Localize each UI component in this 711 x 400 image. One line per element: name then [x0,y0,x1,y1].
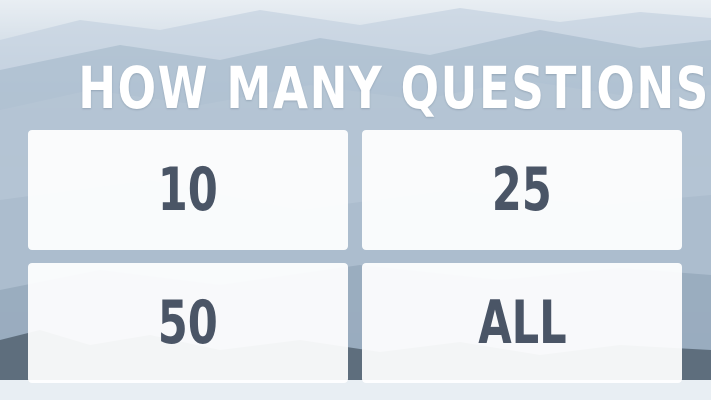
option-25-button[interactable]: 25 [362,130,682,250]
option-label: 50 [157,288,219,358]
option-10-button[interactable]: 10 [28,130,348,250]
option-label: ALL [477,288,567,358]
option-50-button[interactable]: 50 [28,263,348,383]
option-all-button[interactable]: ALL [362,263,682,383]
page-title: HOW MANY QUESTIONS? [78,54,711,122]
options-grid: 10 25 50 ALL [28,130,682,384]
option-label: 10 [157,155,219,225]
option-label: 25 [491,155,553,225]
